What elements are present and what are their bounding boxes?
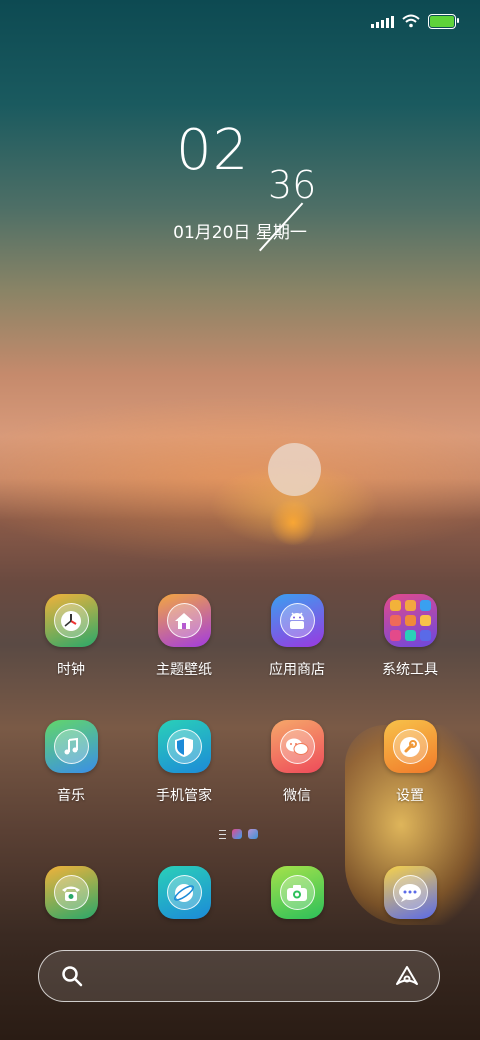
app-label: 主题壁纸 <box>156 662 212 678</box>
dock <box>0 866 480 926</box>
browser-icon <box>166 875 202 910</box>
wifi-icon <box>402 14 420 28</box>
camera-icon <box>279 875 315 910</box>
dock-camera[interactable] <box>242 866 352 919</box>
app-themes[interactable]: 主题壁纸 <box>129 594 239 679</box>
home-icon <box>166 603 202 638</box>
app-label: 应用商店 <box>269 662 325 678</box>
app-label: 音乐 <box>57 788 85 804</box>
menu-icon <box>219 829 226 839</box>
app-wechat[interactable]: 微信 <box>242 720 352 805</box>
app-clock[interactable]: 时钟 <box>16 594 126 679</box>
clock-icon <box>53 603 89 638</box>
app-row-1: 时钟 主题壁纸 应用商店 系统工具 <box>0 594 480 704</box>
app-label: 微信 <box>283 788 311 804</box>
page-dot-active[interactable] <box>232 829 242 839</box>
page-indicator[interactable] <box>219 829 258 839</box>
app-label: 设置 <box>396 788 424 804</box>
battery-icon <box>428 13 459 29</box>
app-label: 手机管家 <box>156 788 212 804</box>
dock-phone[interactable] <box>16 866 126 919</box>
phone-icon <box>53 875 89 910</box>
message-icon <box>392 875 428 910</box>
signal-icon <box>371 14 394 28</box>
shield-icon <box>166 729 202 764</box>
date-text: 01月20日 星期一 <box>173 223 307 243</box>
app-music[interactable]: 音乐 <box>16 720 126 805</box>
wechat-icon <box>279 729 315 764</box>
page-dot[interactable] <box>248 829 258 839</box>
app-store[interactable]: 应用商店 <box>242 594 352 679</box>
assistant-icon[interactable] <box>395 965 419 987</box>
search-icon[interactable] <box>61 965 83 987</box>
clock-minute: 36 <box>268 163 317 207</box>
app-row-2: 音乐 手机管家 微信 设置 <box>0 720 480 830</box>
wrench-icon <box>392 729 428 764</box>
sun-reflection <box>268 500 318 545</box>
search-bar[interactable] <box>38 950 440 1002</box>
dock-browser[interactable] <box>129 866 239 919</box>
app-label: 系统工具 <box>382 662 438 678</box>
android-icon <box>279 603 315 638</box>
folder-icon <box>389 600 431 641</box>
clock-hour: 02 <box>176 118 250 183</box>
app-system-tools[interactable]: 系统工具 <box>355 594 465 679</box>
app-settings[interactable]: 设置 <box>355 720 465 805</box>
dock-messages[interactable] <box>355 866 465 919</box>
sun-glow <box>268 443 321 496</box>
app-label: 时钟 <box>57 662 85 678</box>
music-note-icon <box>53 729 89 764</box>
app-phone-manager[interactable]: 手机管家 <box>129 720 239 805</box>
status-bar <box>371 10 459 32</box>
